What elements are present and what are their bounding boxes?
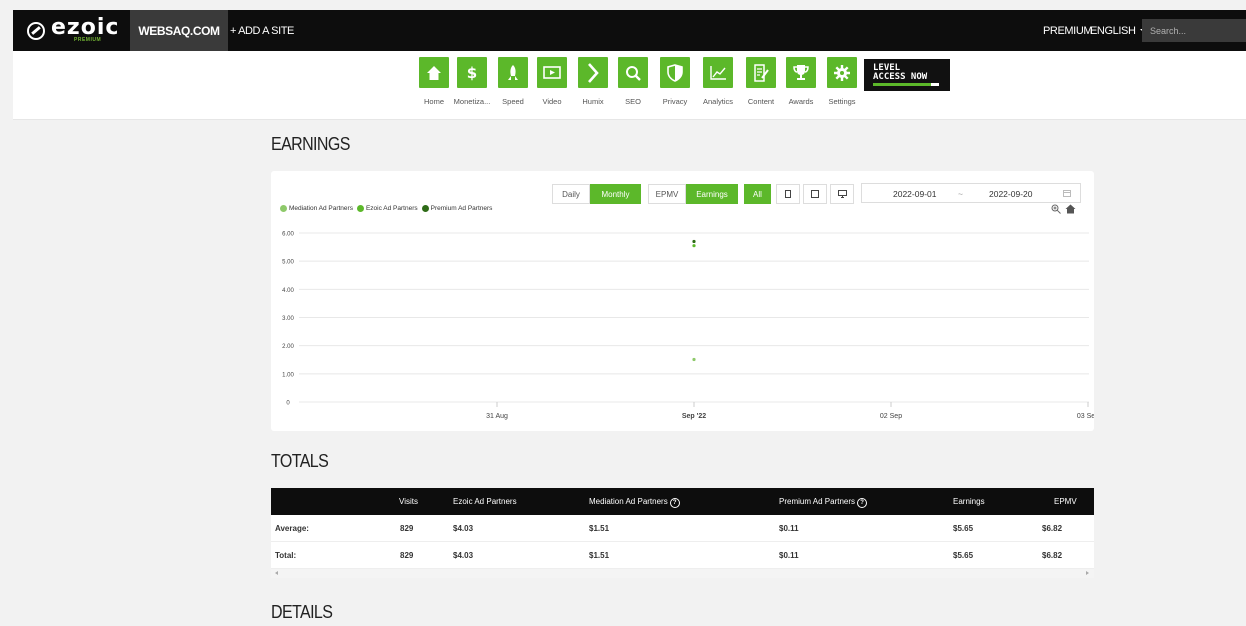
totals-heading: TOTALS <box>271 452 329 472</box>
y-tick-label: 4.00 <box>282 288 294 294</box>
x-tick-label: 31 Aug <box>486 413 508 420</box>
add-site-link[interactable]: + ADD A SITE <box>230 10 294 51</box>
level-badge-line-2: ACCESS NOW <box>873 72 928 82</box>
cell-premium: $0.11 <box>779 524 799 533</box>
cell-ezoic: $4.03 <box>453 524 474 533</box>
x-tick-label: 03 Sep <box>1077 413 1094 420</box>
data-point-1 <box>692 357 696 362</box>
y-tick-label: 0 <box>286 401 290 407</box>
table-row: Total: 829 $4.03 $1.51 $0.11 $5.65 $6.82 <box>271 542 1094 569</box>
video-play-icon <box>537 57 567 88</box>
header-mediation-label: Mediation Ad Partners <box>589 497 668 506</box>
y-tick-label: 6.00 <box>282 232 294 238</box>
row-label: Average: <box>275 524 309 533</box>
header-premium: Premium Ad Partners? <box>779 497 868 508</box>
nav-label: Settings <box>828 97 856 106</box>
y-tick-label: 1.00 <box>282 372 294 378</box>
dollar-icon: $ <box>457 57 487 88</box>
x-tick-label: Sep '22 <box>682 413 706 420</box>
cell-epmv: $6.82 <box>1042 524 1063 533</box>
help-icon[interactable]: ? <box>669 498 680 508</box>
trophy-icon <box>786 57 816 88</box>
cell-visits: 829 <box>400 524 414 533</box>
earnings-scatter-chart: 6.00 5.00 4.00 3.00 2.00 1.00 0 31 Aug Sep '22 02… <box>282 232 1094 421</box>
rocket-icon <box>498 57 528 88</box>
table-header: Visits Ezoic Ad Partners Mediation Ad Pa… <box>271 488 1094 515</box>
earnings-chart-card: Daily Monthly EPMV Earnings All 2022-09-… <box>271 171 1094 431</box>
feature-navigation: Home $ Monetiza... Speed Video Humix SEO <box>13 51 1246 120</box>
x-tick-label: 02 Sep <box>880 413 902 420</box>
language-dropdown[interactable]: ENGLISH <box>1090 10 1148 51</box>
details-heading: DETAILS <box>271 603 333 623</box>
premium-link[interactable]: PREMIUM <box>1043 10 1093 51</box>
cell-mediation: $1.51 <box>589 551 610 560</box>
nav-item-settings[interactable]: Settings <box>825 57 859 106</box>
data-point-2 <box>692 244 696 248</box>
ezoic-logo[interactable]: ezoic PREMIUM <box>13 10 130 51</box>
cell-earnings: $5.65 <box>953 524 974 533</box>
nav-item-privacy[interactable]: Privacy <box>658 57 692 106</box>
data-point-3 <box>692 239 696 244</box>
search-input[interactable] <box>1142 19 1246 42</box>
y-tick-label: 3.00 <box>282 316 294 322</box>
chevron-right-icon <box>578 57 608 88</box>
top-navigation-bar: ezoic PREMIUM WEBSAQ.COM + ADD A SITE PR… <box>13 10 1246 51</box>
totals-table: Visits Ezoic Ad Partners Mediation Ad Pa… <box>271 488 1094 578</box>
level-access-now-badge[interactable]: LEVEL ACCESS NOW <box>864 59 950 91</box>
level-progress-bar <box>873 83 939 86</box>
cell-earnings: $5.65 <box>953 551 974 560</box>
header-earnings: Earnings <box>953 497 985 506</box>
earnings-heading: EARNINGS <box>271 135 350 155</box>
table-row: Average: 829 $4.03 $1.51 $0.11 $5.65 $6.… <box>271 515 1094 542</box>
scroll-left-arrow-icon[interactable] <box>275 571 278 575</box>
cell-mediation: $1.51 <box>589 524 610 533</box>
magnifier-icon <box>618 57 648 88</box>
home-icon <box>419 57 449 88</box>
cell-epmv: $6.82 <box>1042 551 1063 560</box>
header-ezoic: Ezoic Ad Partners <box>453 497 517 506</box>
cell-premium: $0.11 <box>779 551 799 560</box>
ezoic-logo-icon <box>27 21 45 40</box>
y-tick-label: 2.00 <box>282 344 294 350</box>
line-chart-icon <box>703 57 733 88</box>
language-label: ENGLISH <box>1090 24 1136 37</box>
cell-ezoic: $4.03 <box>453 551 474 560</box>
document-edit-icon <box>746 57 776 88</box>
help-icon[interactable]: ? <box>857 498 868 508</box>
scroll-right-arrow-icon[interactable] <box>1086 571 1089 575</box>
y-tick-label: 5.00 <box>282 260 294 266</box>
current-site-tab[interactable]: WEBSAQ.COM <box>130 10 228 51</box>
header-visits: Visits <box>399 497 418 506</box>
logo-premium-label: PREMIUM <box>74 37 102 43</box>
horizontal-scrollbar[interactable] <box>271 569 1094 578</box>
row-label: Total: <box>275 551 297 560</box>
header-epmv: EPMV <box>1054 497 1077 506</box>
header-premium-label: Premium Ad Partners <box>779 497 856 506</box>
header-mediation: Mediation Ad Partners? <box>589 497 680 508</box>
nav-item-analytics[interactable]: Analytics <box>701 57 735 106</box>
cell-visits: 829 <box>400 551 414 560</box>
gear-icon <box>827 57 857 88</box>
shield-icon <box>660 57 690 88</box>
